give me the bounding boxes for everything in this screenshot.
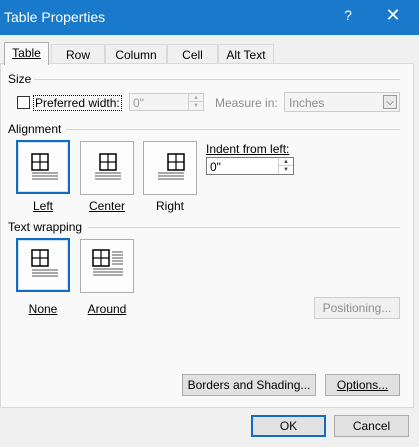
- align-center-icon: [95, 153, 121, 180]
- tab-strip: Table Row Column Cell Alt Text: [0, 42, 419, 65]
- tab-cell-label: Cell: [182, 48, 203, 62]
- align-left-icon: [31, 153, 58, 180]
- preferred-width-value: 0": [133, 96, 144, 110]
- chevron-down-icon[interactable]: ⌵: [383, 95, 397, 109]
- align-left-label: Left: [32, 199, 53, 213]
- tab-column-label: Column: [115, 48, 157, 62]
- ok-button[interactable]: OK: [251, 415, 326, 437]
- align-right-label: Right: [155, 199, 184, 213]
- indent-from-left-label: Indent from left:: [206, 142, 290, 156]
- spin-up-icon[interactable]: ▲: [279, 158, 293, 166]
- wrap-none-option[interactable]: [16, 238, 70, 292]
- tab-column[interactable]: Column: [105, 44, 167, 64]
- tab-table-label: Table: [12, 46, 41, 60]
- tab-row-label: Row: [65, 48, 90, 62]
- tab-alt-text-label: Alt Text: [226, 48, 266, 62]
- text-wrapping-divider: [88, 227, 400, 228]
- alignment-divider: [66, 129, 400, 130]
- options-button[interactable]: Options...: [325, 374, 400, 396]
- alignment-group-label: Alignment: [8, 122, 62, 136]
- preferred-width-spinner: ▲ ▼: [188, 94, 203, 110]
- tab-alt-text[interactable]: Alt Text: [218, 44, 274, 64]
- preferred-width-checkbox[interactable]: [17, 96, 30, 109]
- help-button[interactable]: ?: [340, 7, 356, 27]
- spin-up-icon[interactable]: ▲: [189, 94, 203, 102]
- align-center-label: Center: [88, 199, 126, 213]
- preferred-width-label[interactable]: Preferred width:: [33, 95, 122, 111]
- text-wrapping-group-label: Text wrapping: [8, 220, 83, 234]
- align-right-option[interactable]: [143, 141, 197, 195]
- spin-down-icon[interactable]: ▼: [279, 166, 293, 174]
- window-title: Table Properties: [4, 9, 106, 25]
- indent-spinner: ▲ ▼: [278, 158, 293, 174]
- indent-from-left-input[interactable]: 0" ▲ ▼: [206, 157, 294, 175]
- wrap-none-label: None: [28, 302, 58, 316]
- measure-in-select[interactable]: Inches ⌵: [284, 92, 400, 112]
- wrap-around-icon: [92, 249, 123, 276]
- align-right-icon: [158, 153, 185, 180]
- wrap-none-icon: [31, 249, 58, 277]
- wrap-around-label: Around: [87, 302, 127, 316]
- positioning-button[interactable]: Positioning...: [314, 297, 400, 319]
- borders-and-shading-button[interactable]: Borders and Shading...: [182, 374, 316, 396]
- measure-in-label: Measure in:: [215, 96, 278, 110]
- size-divider: [34, 79, 400, 80]
- tab-cell[interactable]: Cell: [167, 44, 218, 64]
- tab-row[interactable]: Row: [51, 44, 105, 64]
- measure-in-value: Inches: [289, 96, 325, 110]
- close-button[interactable]: ✕: [380, 5, 406, 29]
- tab-panel-table: [0, 63, 414, 408]
- preferred-width-input[interactable]: 0" ▲ ▼: [129, 93, 204, 111]
- cancel-button[interactable]: Cancel: [334, 415, 409, 437]
- indent-from-left-value: 0": [210, 160, 221, 174]
- align-left-option[interactable]: [16, 140, 70, 194]
- wrap-around-option[interactable]: [80, 239, 134, 293]
- title-bar: Table Properties ? ✕: [0, 0, 419, 35]
- spin-down-icon[interactable]: ▼: [189, 102, 203, 110]
- size-group-label: Size: [8, 72, 32, 86]
- align-center-option[interactable]: [80, 141, 134, 195]
- tab-table[interactable]: Table: [4, 42, 49, 65]
